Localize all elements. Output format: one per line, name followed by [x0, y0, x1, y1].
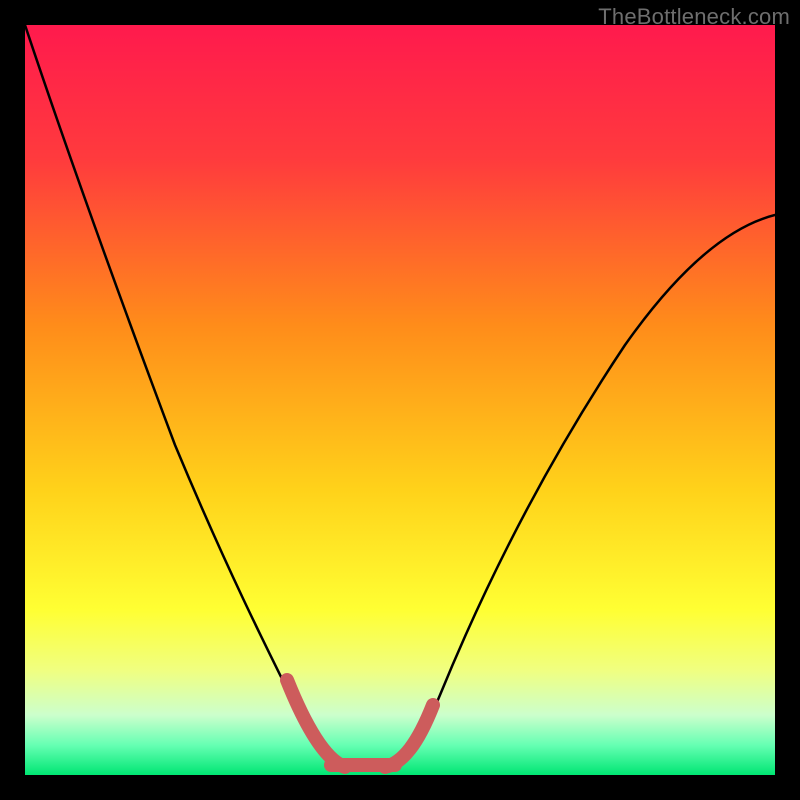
watermark-text: TheBottleneck.com: [598, 4, 790, 30]
plot-area: [25, 25, 775, 775]
chart-frame: TheBottleneck.com: [0, 0, 800, 800]
curve-layer: [25, 25, 775, 775]
curve-highlight-right: [385, 705, 433, 767]
curve-highlight-left: [287, 680, 345, 767]
bottleneck-curve: [25, 25, 775, 767]
